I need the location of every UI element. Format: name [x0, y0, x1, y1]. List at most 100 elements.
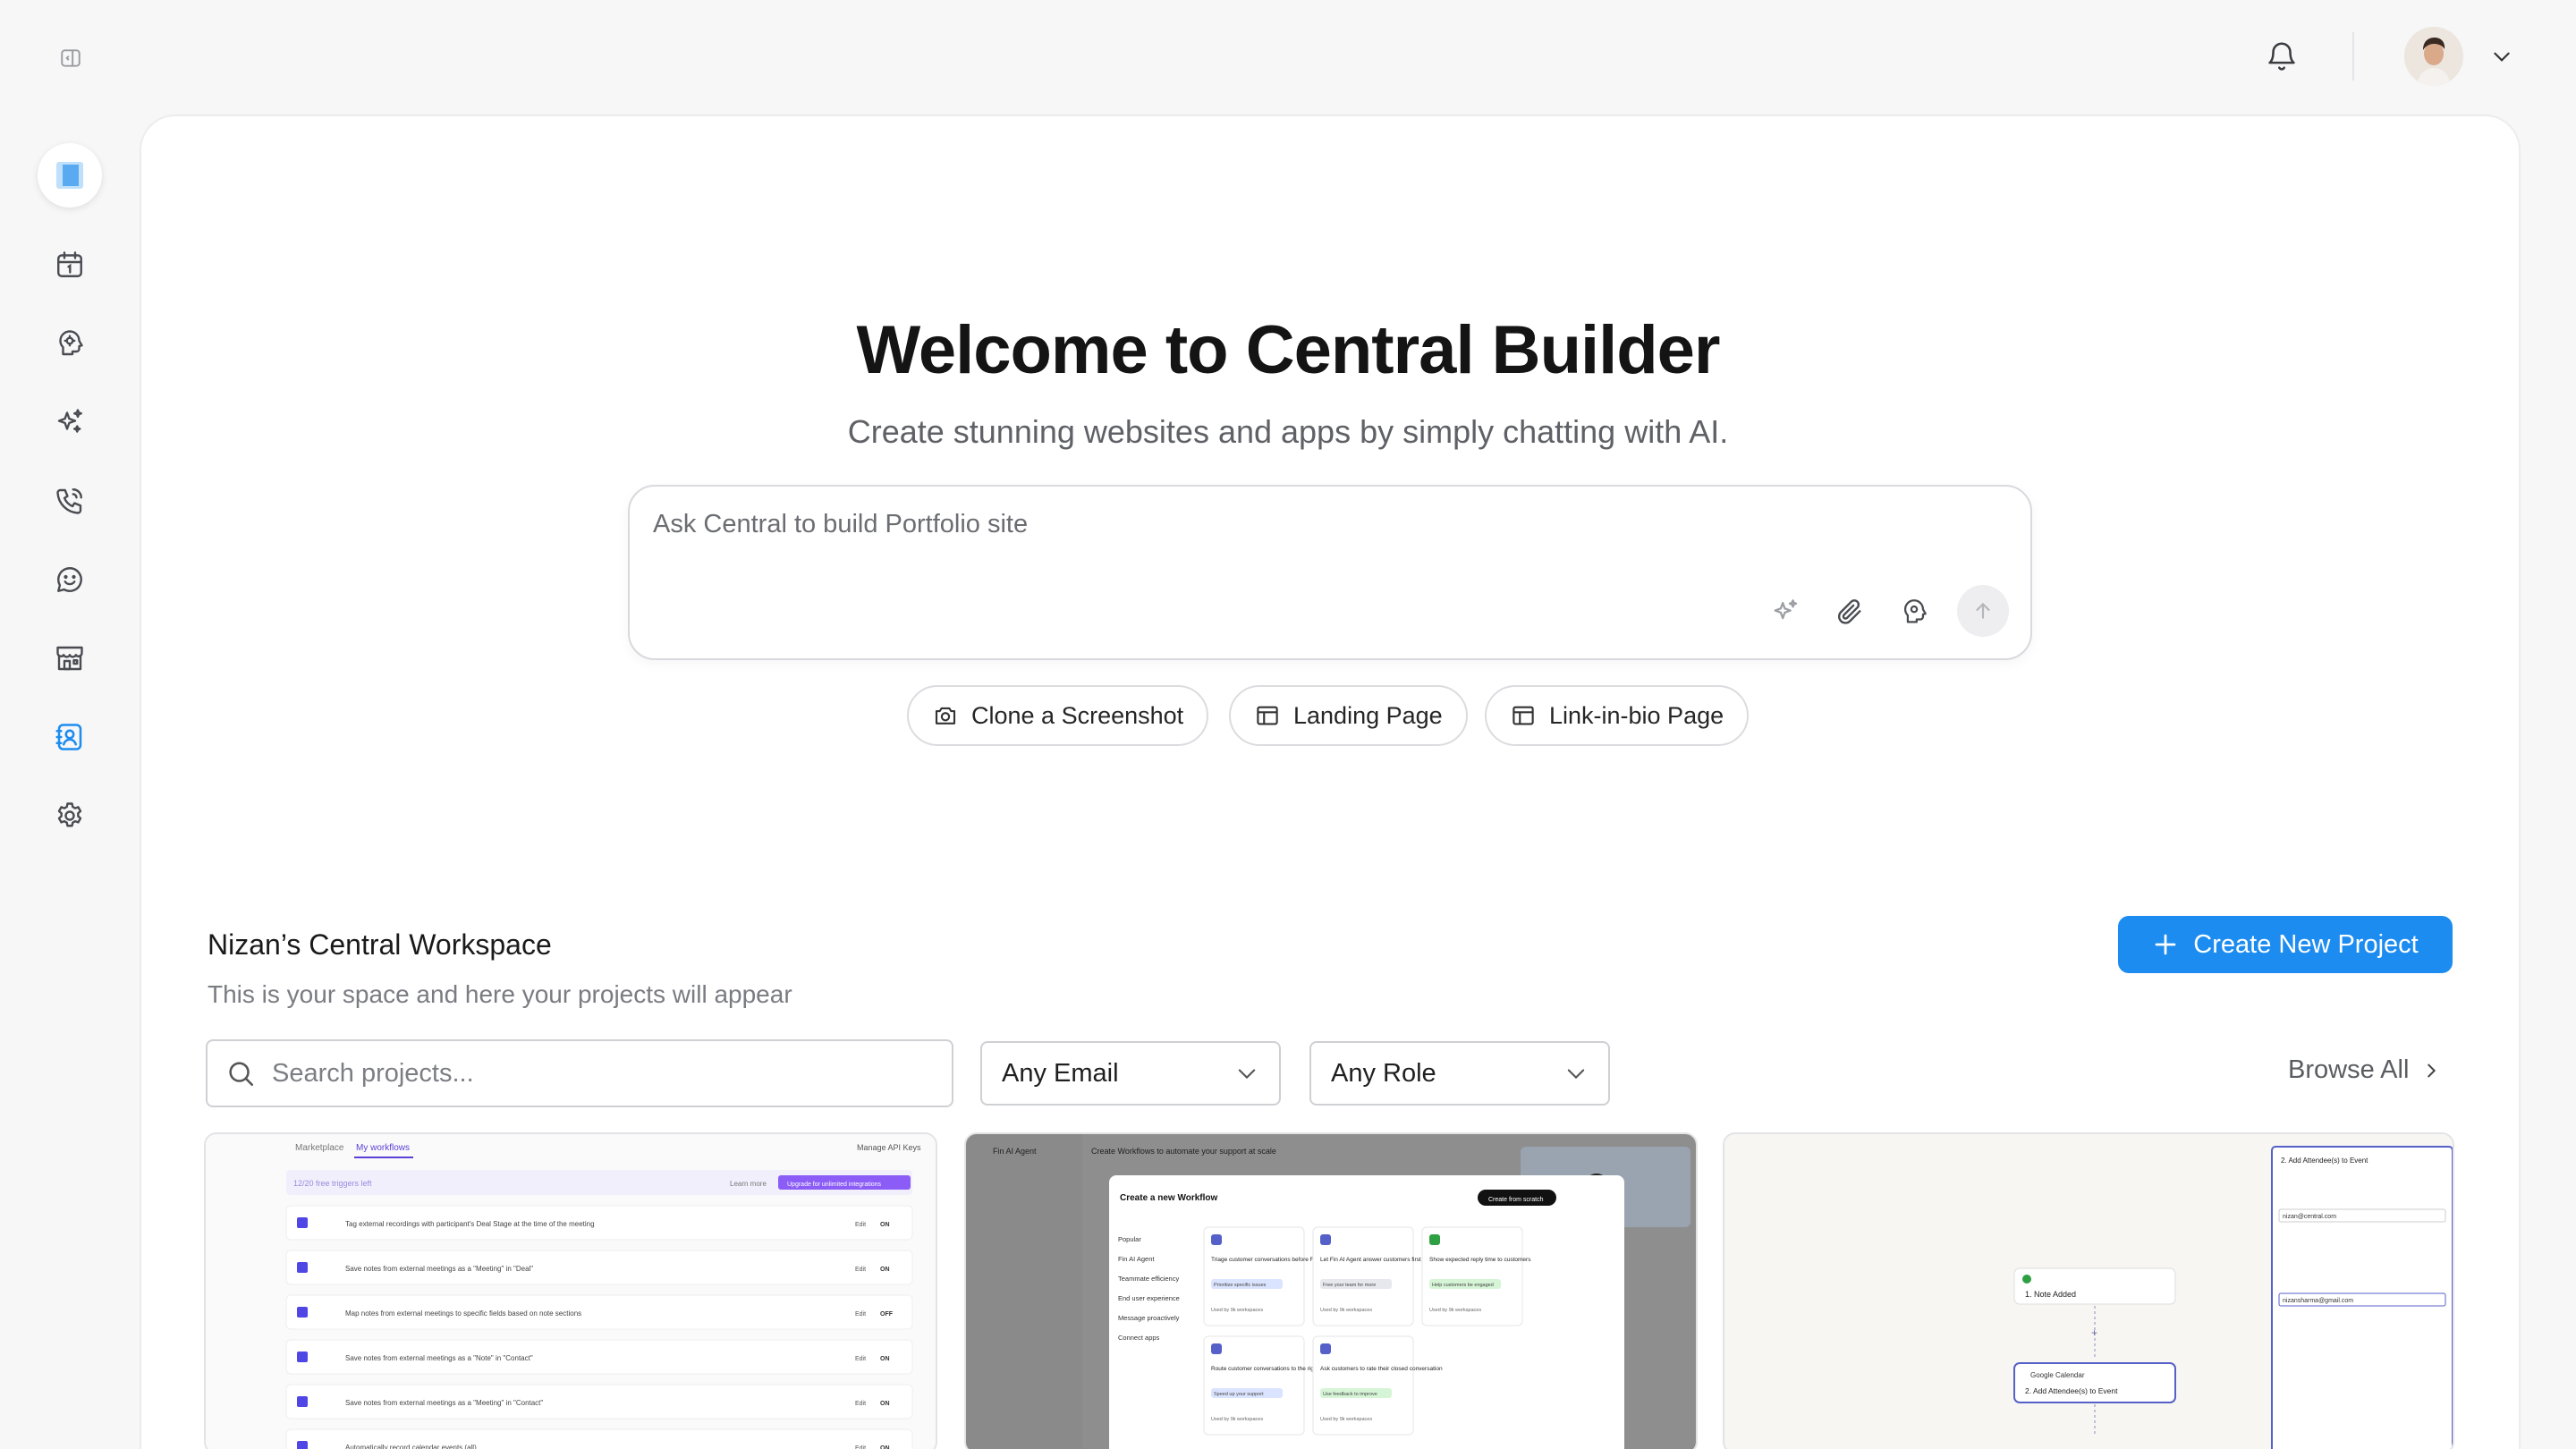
thumb-template-title: Show expected reply time to customers: [1429, 1257, 1531, 1263]
thumb-row-state: ON: [880, 1267, 890, 1273]
sparkles-icon: [1770, 597, 1801, 627]
thumb-template-title: Let Fin AI Agent answer customers first: [1320, 1257, 1421, 1263]
email-filter-value: Any Email: [1002, 1058, 1119, 1088]
thumb-template-tag: Prioritize specific issues: [1214, 1283, 1267, 1288]
thumb-modal-category: Fin AI Agent: [1118, 1255, 1155, 1263]
chip-label: Link-in-bio Page: [1549, 701, 1724, 729]
thumb-template-icon: [1211, 1343, 1222, 1354]
brain-icon: [1899, 597, 1929, 627]
email-filter-select[interactable]: Any Email: [980, 1041, 1281, 1106]
thumb-template-title: Route customer conversations to the righ…: [1211, 1366, 1324, 1372]
thumb-row-state: ON: [880, 1445, 890, 1449]
thumb-manage-keys: Manage API Keys: [857, 1143, 921, 1152]
chip-landing-page[interactable]: Landing Page: [1229, 685, 1468, 746]
thumb-row-text: Automatically record calendar events (al…: [345, 1444, 477, 1449]
role-filter-select[interactable]: Any Role: [1309, 1041, 1610, 1106]
thumb-email2: nizansharma@gmail.com: [2283, 1298, 2353, 1304]
browse-all-link[interactable]: Browse All: [2288, 1055, 2441, 1085]
card-thumbnail: 1. Note Added + Google Calendar 2. Add A…: [1724, 1134, 2453, 1449]
bell-icon: [2265, 39, 2299, 73]
thumb-row-edit: Edit: [855, 1356, 866, 1362]
role-filter-value: Any Role: [1331, 1058, 1436, 1088]
thumb-row-text: Save notes from external meetings as a "…: [345, 1265, 533, 1273]
enhance-prompt-button[interactable]: [1762, 589, 1809, 635]
send-button[interactable]: [1957, 585, 2009, 637]
avatar[interactable]: [2404, 27, 2463, 86]
layout-icon: [1254, 702, 1281, 729]
thumb-template-tag: Free your team for more: [1323, 1283, 1376, 1288]
project-card-fin-agent[interactable]: Fin AI Agent Create Workflows to automat…: [964, 1132, 1698, 1449]
thumb-template-title: Triage customer conversations before Fin…: [1211, 1257, 1323, 1263]
thumb-row-text: Tag external recordings with participant…: [345, 1220, 595, 1228]
thumb-row-state: ON: [880, 1222, 890, 1228]
thumb-template-tag: Help customers be engaged: [1432, 1283, 1494, 1288]
project-card-workflows[interactable]: Marketplace My workflows Manage API Keys…: [204, 1132, 937, 1449]
thumb-row-text: Map notes from external meetings to spec…: [345, 1309, 581, 1318]
chip-clone-screenshot[interactable]: Clone a Screenshot: [907, 685, 1209, 746]
search-input[interactable]: [272, 1058, 934, 1089]
brain-button[interactable]: [1891, 589, 1937, 635]
thumb-row-state: ON: [880, 1401, 890, 1407]
chevron-down-icon: [1563, 1061, 1589, 1086]
phone-icon: [54, 485, 86, 517]
thumb-template-icon: [1429, 1234, 1440, 1245]
thumb-modal-category: End user experience: [1118, 1294, 1180, 1302]
sidebar-item-store[interactable]: [48, 637, 91, 680]
app-logo[interactable]: [38, 143, 102, 208]
account-menu-button[interactable]: [2487, 41, 2517, 72]
thumb-template-usage: Used by 9k workspaces: [1211, 1417, 1263, 1422]
gear-icon: [54, 800, 86, 832]
create-project-button[interactable]: Create New Project: [2118, 916, 2453, 973]
thumb-upgrade: Upgrade for unlimited integrations: [787, 1182, 882, 1188]
thumb-row-edit: Edit: [855, 1267, 866, 1273]
thumb-tab-workflows: My workflows: [356, 1143, 410, 1153]
prompt-input[interactable]: [653, 510, 1905, 539]
thumb-row-edit: Edit: [855, 1401, 866, 1407]
chevron-right-icon: [2421, 1061, 2441, 1080]
chevron-down-icon: [1234, 1061, 1259, 1086]
app-logo-icon: [55, 160, 85, 191]
chip-label: Clone a Screenshot: [971, 701, 1184, 729]
thumb-template-icon: [1320, 1234, 1331, 1245]
thumb-modal-button: Create from scratch: [1488, 1197, 1544, 1203]
sidebar-item-phone[interactable]: [48, 479, 91, 522]
search-icon: [225, 1058, 256, 1089]
chat-smile-icon: [54, 564, 86, 596]
thumb-node2-title: 2. Add Attendee(s) to Event: [2025, 1386, 2118, 1395]
create-project-label: Create New Project: [2193, 929, 2419, 959]
thumb-row-edit: Edit: [855, 1222, 866, 1228]
thumb-row-edit: Edit: [855, 1445, 866, 1449]
chevron-down-icon: [2490, 45, 2513, 68]
topbar-divider: [2352, 32, 2354, 80]
notifications-button[interactable]: [2261, 36, 2302, 77]
sidebar-item-calendar[interactable]: [48, 243, 91, 286]
thumb-modal-category: Message proactively: [1118, 1314, 1180, 1322]
sidebar-item-settings[interactable]: [48, 794, 91, 837]
chip-link-in-bio[interactable]: Link-in-bio Page: [1485, 685, 1750, 746]
attach-button[interactable]: [1826, 589, 1873, 635]
workspace-subtitle: This is your space and here your project…: [208, 980, 792, 1008]
plus-icon: [2152, 931, 2179, 958]
thumb-template-usage: Used by 9k workspaces: [1429, 1308, 1481, 1313]
arrow-up-icon: [1971, 599, 1995, 623]
store-icon: [54, 642, 86, 674]
page-subtitle: Create stunning websites and apps by sim…: [847, 413, 1729, 450]
thumb-node2-app: Google Calendar: [2030, 1371, 2085, 1379]
sidebar-item-chat[interactable]: [48, 558, 91, 601]
card-thumbnail: Fin AI Agent Create Workflows to automat…: [966, 1134, 1696, 1449]
card-thumbnail: Marketplace My workflows Manage API Keys…: [206, 1134, 936, 1449]
project-card-automation[interactable]: 1. Note Added + Google Calendar 2. Add A…: [1723, 1132, 2454, 1449]
thumb-row-badge: [297, 1352, 308, 1362]
svg-text:+: +: [2091, 1326, 2097, 1339]
page-title: Welcome to Central Builder: [856, 312, 1720, 388]
thumb-row-state: OFF: [880, 1311, 894, 1318]
paperclip-icon: [1835, 597, 1865, 627]
thumb-row-text: Save notes from external meetings as a "…: [345, 1399, 543, 1407]
thumb-triggers-left: 12/20 free triggers left: [293, 1179, 372, 1188]
thumb-fin-sidebar-title: Fin AI Agent: [993, 1147, 1037, 1156]
sidebar-item-contacts[interactable]: [48, 716, 91, 758]
sidebar-collapse-button[interactable]: [55, 43, 86, 73]
thumb-row-badge: [297, 1262, 308, 1273]
thumb-template-tag: Speed up your support: [1214, 1392, 1264, 1397]
thumb-row-badge: [297, 1396, 308, 1407]
